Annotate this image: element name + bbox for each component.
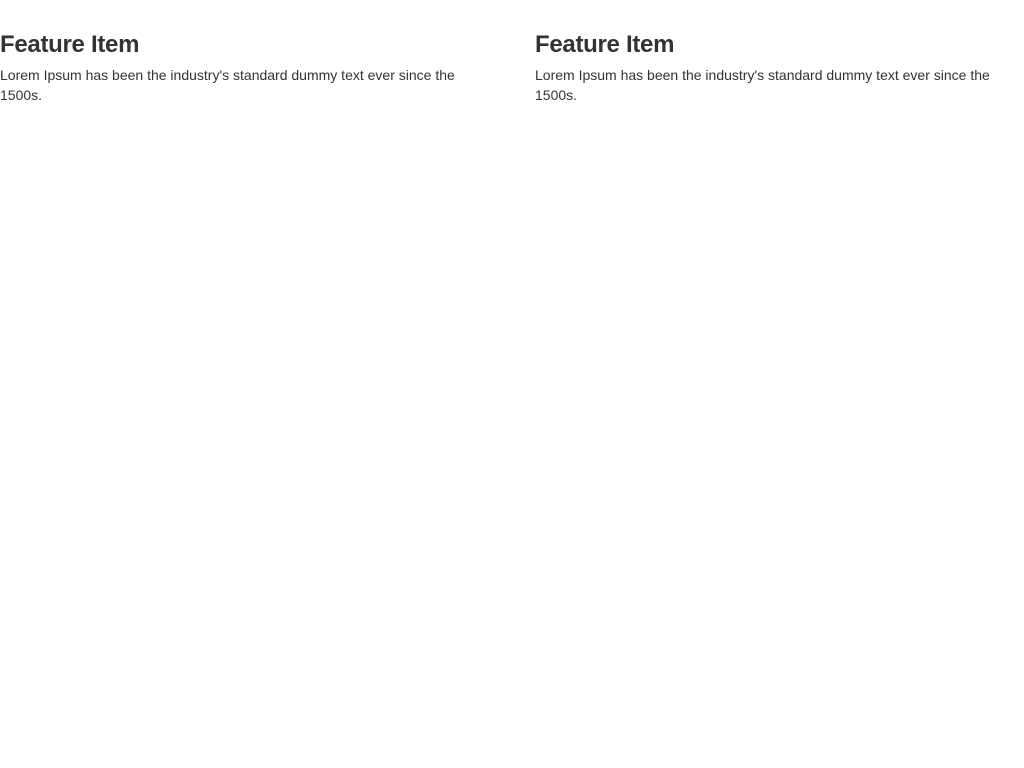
feature-description: Lorem Ipsum has been the industry's stan… xyxy=(0,67,455,103)
feature-item: Feature Item Lorem Ipsum has been the in… xyxy=(0,30,515,105)
feature-title: Feature Item xyxy=(535,31,675,58)
features-section: Feature Item Lorem Ipsum has been the in… xyxy=(0,30,1024,105)
feature-title: Feature Item xyxy=(0,31,140,58)
feature-item: Feature Item Lorem Ipsum has been the in… xyxy=(535,30,1024,105)
feature-description: Lorem Ipsum has been the industry's stan… xyxy=(535,67,990,103)
